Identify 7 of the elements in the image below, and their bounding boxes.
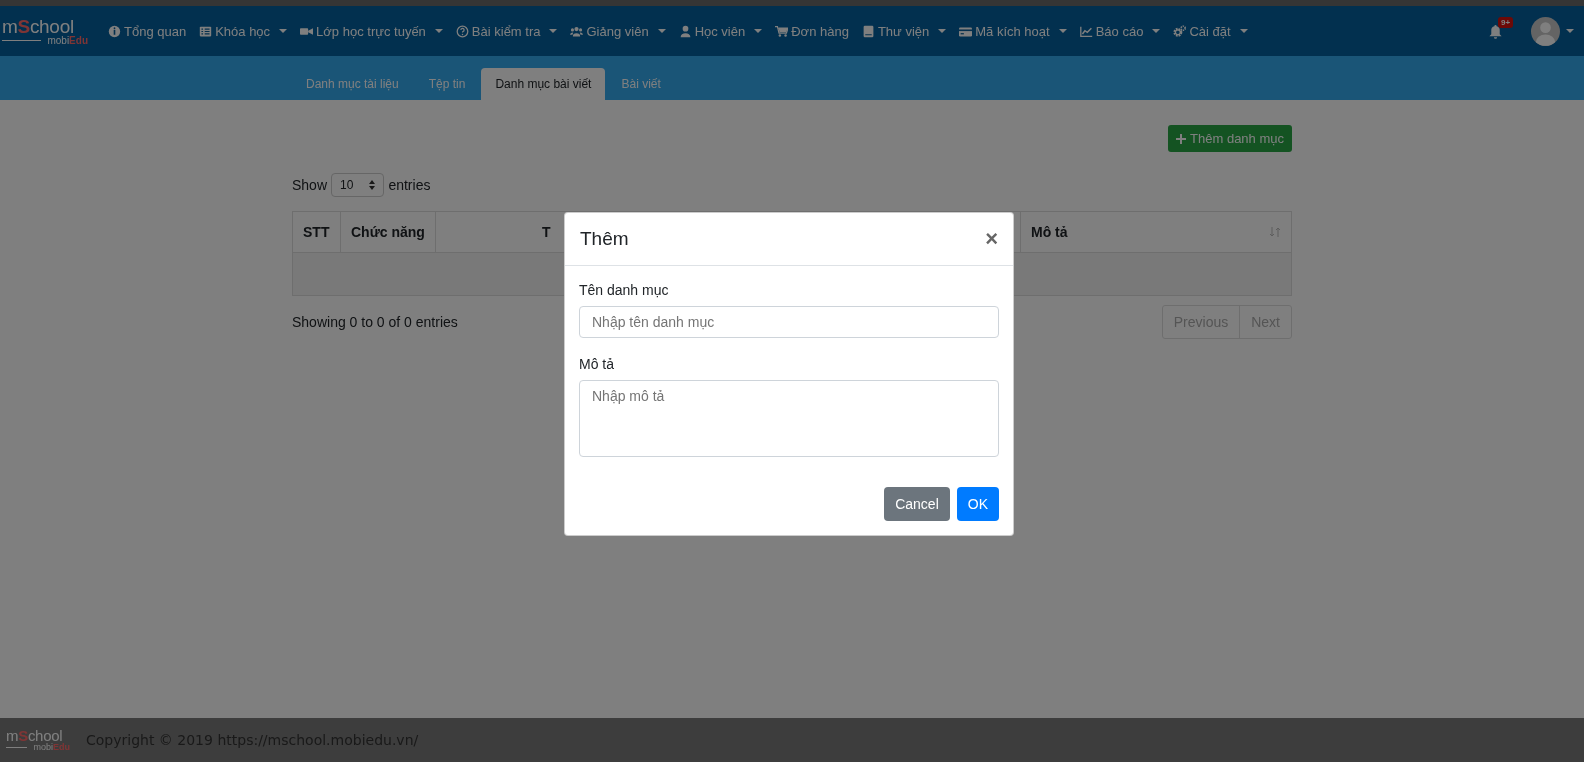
entries-label: entries <box>388 177 431 193</box>
field-label: Tên danh mục <box>579 282 670 298</box>
entries-info: Showing 0 to 0 of 0 entries <box>292 314 458 330</box>
field-label: Mô tả <box>579 356 615 372</box>
show-label: Show <box>292 177 328 193</box>
notification-count-badge: 9+ <box>1498 16 1514 28</box>
dialog-title: Thêm <box>580 228 629 250</box>
